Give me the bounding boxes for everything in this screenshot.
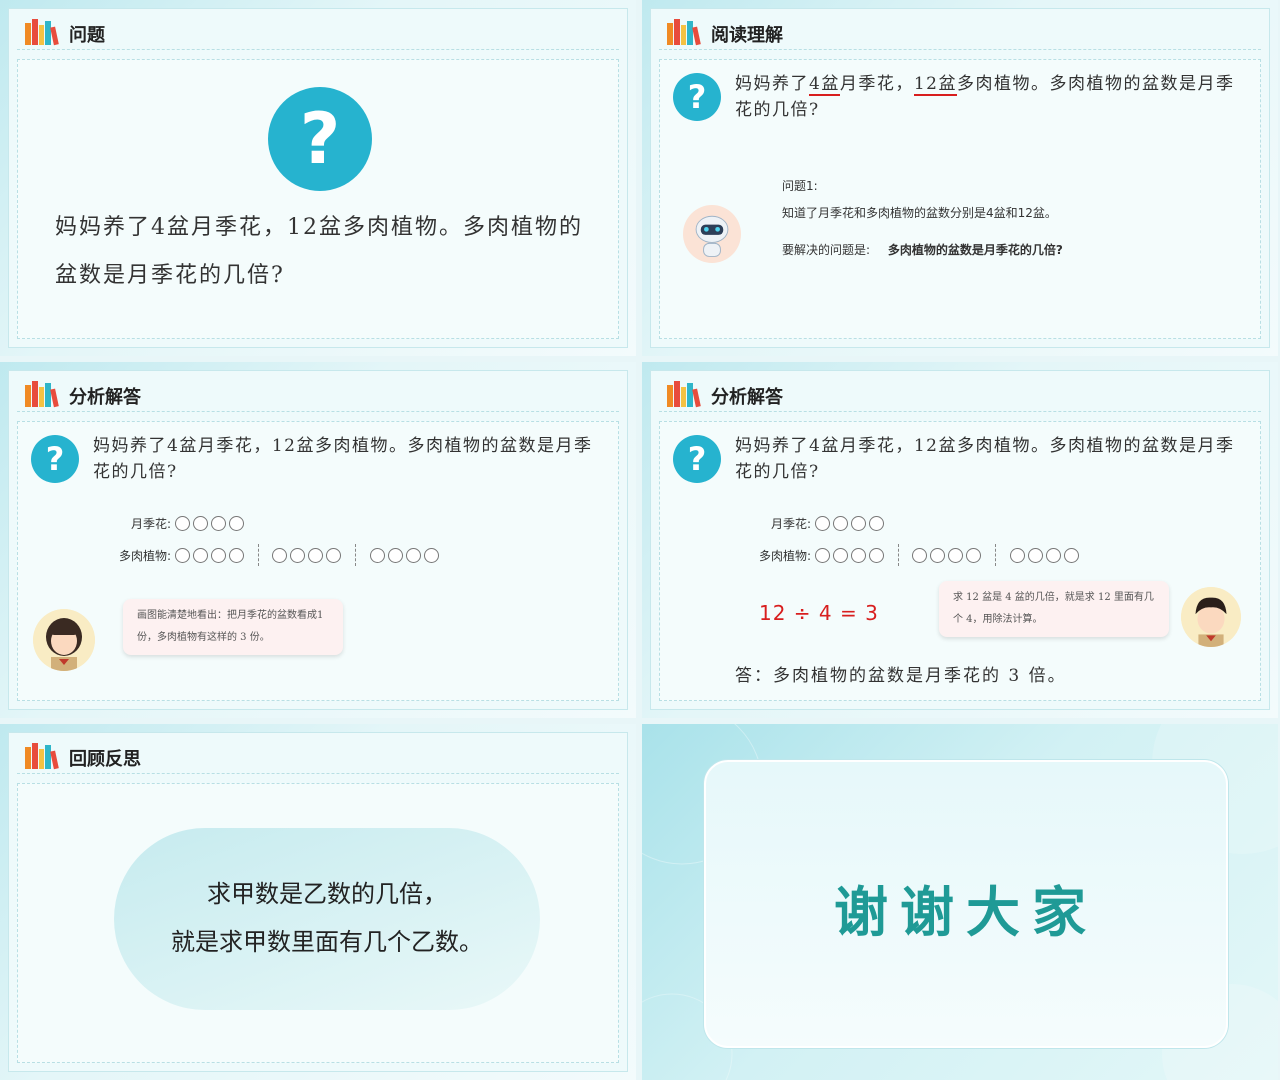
summary-oval: 求甲数是乙数的几倍， 就是求甲数里面有几个乙数。: [114, 828, 540, 1010]
solve-text: 多肉植物的盆数是月季花的几倍?: [887, 243, 1063, 257]
slide-title: 阅读理解: [711, 25, 783, 46]
known-info: 知道了月季花和多肉植物的盆数分别是4盆和12盆。: [782, 206, 1057, 220]
books-icon: [25, 743, 59, 770]
succulent-group-2: [272, 547, 342, 563]
rose-row: 月季花:: [747, 515, 884, 532]
slide-2[interactable]: 阅读理解 ? 妈妈养了4盆月季花，12盆多肉植物。多肉植物的盆数是月季花的几倍?…: [642, 0, 1278, 356]
summary-line-2: 就是求甲数里面有几个乙数。: [171, 928, 483, 956]
question-mark-icon: ?: [673, 73, 721, 121]
question-mark-icon: ?: [673, 435, 721, 483]
books-icon: [667, 19, 701, 46]
summary-line-1: 求甲数是乙数的几倍，: [207, 880, 447, 908]
underlined-quantity: 4盆: [809, 74, 840, 96]
problem-part: 妈妈养了: [735, 74, 809, 94]
problem-text: 妈妈养了4盆月季花，12盆多肉植物。多肉植物的盆数是月季花的几倍?: [55, 215, 583, 288]
problem-part: 月季花，: [839, 74, 914, 94]
succulent-label: 多肉植物:: [118, 548, 171, 563]
slide-title: 分析解答: [69, 387, 141, 408]
succulent-label: 多肉植物:: [758, 548, 811, 563]
slide-card: 阅读理解 ? 妈妈养了4盆月季花，12盆多肉植物。多肉植物的盆数是月季花的几倍?…: [650, 8, 1270, 348]
rose-row: 月季花:: [107, 515, 244, 532]
slide-card: 问题 ? 妈妈养了4盆月季花，12盆多肉植物。多肉植物的盆数是月季花的几倍?: [8, 8, 628, 348]
rose-circles: [814, 516, 884, 531]
group-divider: [355, 544, 357, 566]
slide-grid: 问题 ? 妈妈养了4盆月季花，12盆多肉植物。多肉植物的盆数是月季花的几倍? 阅…: [0, 0, 1280, 1080]
thanks-card: 谢谢大家: [704, 760, 1228, 1048]
divider: [659, 49, 1261, 50]
divider: [17, 773, 619, 774]
slide-6[interactable]: 谢谢大家: [642, 724, 1278, 1080]
slide-1[interactable]: 问题 ? 妈妈养了4盆月季花，12盆多肉植物。多肉植物的盆数是月季花的几倍?: [0, 0, 636, 356]
rose-circles: [174, 516, 244, 531]
succulent-row: 多肉植物:: [747, 544, 1080, 566]
slide-3[interactable]: 分析解答 ? 妈妈养了4盆月季花，12盆多肉植物。多肉植物的盆数是月季花的几倍?…: [0, 362, 636, 718]
problem-text: 妈妈养了4盆月季花，12盆多肉植物。多肉植物的盆数是月季花的几倍?: [735, 436, 1235, 482]
succulent-group-2: [912, 547, 982, 563]
divider: [659, 411, 1261, 412]
group-divider: [995, 544, 997, 566]
thanks-text: 谢谢大家: [834, 880, 1098, 944]
succulent-group-3: [1010, 547, 1080, 563]
answer-text: 答：多肉植物的盆数是月季花的 3 倍。: [735, 666, 1067, 686]
slide-card: 分析解答 ? 妈妈养了4盆月季花，12盆多肉植物。多肉植物的盆数是月季花的几倍?…: [650, 370, 1270, 710]
question-label: 问题1:: [782, 179, 818, 193]
group-divider: [897, 544, 899, 566]
succulent-group-1: [814, 547, 884, 563]
problem-text: 妈妈养了4盆月季花，12盆多肉植物。多肉植物的盆数是月季花的几倍?: [93, 436, 593, 482]
group-divider: [257, 544, 259, 566]
slide-card: 回顾反思 求甲数是乙数的几倍， 就是求甲数里面有几个乙数。: [8, 732, 628, 1072]
slide-title: 回顾反思: [69, 749, 141, 770]
solve-row: 要解决的问题是: 多肉植物的盆数是月季花的几倍?: [782, 241, 1063, 258]
slide-5[interactable]: 回顾反思 求甲数是乙数的几倍， 就是求甲数里面有几个乙数。: [0, 724, 636, 1080]
solve-label: 要解决的问题是:: [782, 243, 871, 257]
rose-label: 月季花:: [130, 517, 171, 531]
books-icon: [25, 19, 59, 46]
boy-avatar: [1181, 587, 1241, 647]
slide-card: 分析解答 ? 妈妈养了4盆月季花，12盆多肉植物。多肉植物的盆数是月季花的几倍?…: [8, 370, 628, 710]
speech-bubble: 画图能清楚地看出：把月季花的盆数看成1 份，多肉植物有这样的 3 份。: [123, 599, 343, 655]
slide-title: 问题: [69, 25, 105, 46]
slide-title: 分析解答: [711, 387, 783, 408]
succulent-group-1: [174, 547, 244, 563]
problem-text: 妈妈养了4盆月季花，12盆多肉植物。多肉植物的盆数是月季花的几倍?: [735, 71, 1245, 123]
girl-avatar: [33, 609, 95, 671]
succulent-group-3: [370, 547, 440, 563]
question-mark-icon: ?: [31, 435, 79, 483]
books-icon: [667, 381, 701, 408]
robot-avatar: [683, 205, 741, 263]
divider: [17, 49, 619, 50]
underlined-quantity: 12盆: [913, 74, 957, 96]
question-mark-icon: ?: [268, 87, 372, 191]
rose-label: 月季花:: [770, 517, 811, 531]
speech-bubble: 求 12 盆是 4 盆的几倍，就是求 12 里面有几个 4，用除法计算。: [939, 581, 1169, 637]
equation: 12 ÷ 4 = 3: [759, 601, 879, 625]
succulent-row: 多肉植物:: [107, 544, 440, 566]
divider: [17, 411, 619, 412]
books-icon: [25, 381, 59, 408]
slide-4[interactable]: 分析解答 ? 妈妈养了4盆月季花，12盆多肉植物。多肉植物的盆数是月季花的几倍?…: [642, 362, 1278, 718]
